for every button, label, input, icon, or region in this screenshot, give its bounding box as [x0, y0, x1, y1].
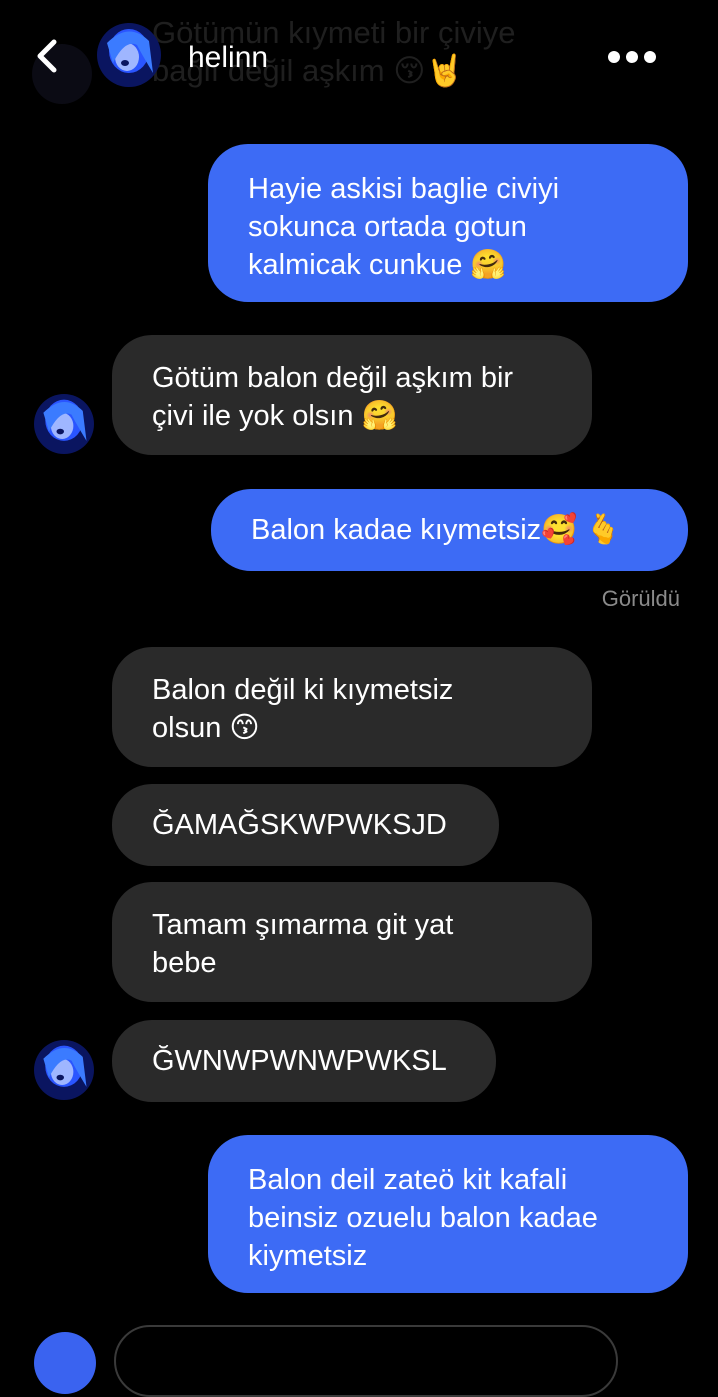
contact-avatar-small[interactable]: [34, 1040, 94, 1100]
incoming-message[interactable]: Balon değil ki kıymetsiz olsun 😙: [112, 647, 592, 767]
contact-avatar[interactable]: [97, 23, 161, 87]
chevron-left-icon: [37, 39, 57, 73]
camera-button[interactable]: [34, 1332, 96, 1394]
chat-header: Götümün kıymeti bir çiviye bağlı değil a…: [0, 0, 718, 112]
avatar-photo: [97, 23, 161, 87]
incoming-message[interactable]: ĞWNWPWNWPWKSL: [112, 1020, 496, 1102]
avatar-photo: [34, 394, 94, 454]
seen-status: Görüldü: [601, 586, 680, 611]
outgoing-message[interactable]: Balon kadae kıymetsiz🥰 🫰: [211, 489, 688, 571]
contact-name[interactable]: helinn: [188, 38, 268, 78]
more-horizontal-icon: [608, 51, 656, 63]
back-button[interactable]: [28, 34, 68, 78]
more-options-button[interactable]: [600, 40, 664, 74]
avatar-photo: [34, 1040, 94, 1100]
incoming-message[interactable]: ĞAMAĞSKWPWKSJD: [112, 784, 499, 866]
outgoing-message[interactable]: Hayie askisi baglie civiyi sokunca ortad…: [208, 144, 688, 302]
incoming-message[interactable]: Götüm balon değil aşkım bir çivi ile yok…: [112, 335, 592, 455]
message-input[interactable]: [114, 1325, 618, 1397]
outgoing-message[interactable]: Balon deil zateö kit kafali beinsiz ozue…: [208, 1135, 688, 1293]
incoming-message[interactable]: Tamam şımarma git yat bebe: [112, 882, 592, 1002]
contact-avatar-small[interactable]: [34, 394, 94, 454]
